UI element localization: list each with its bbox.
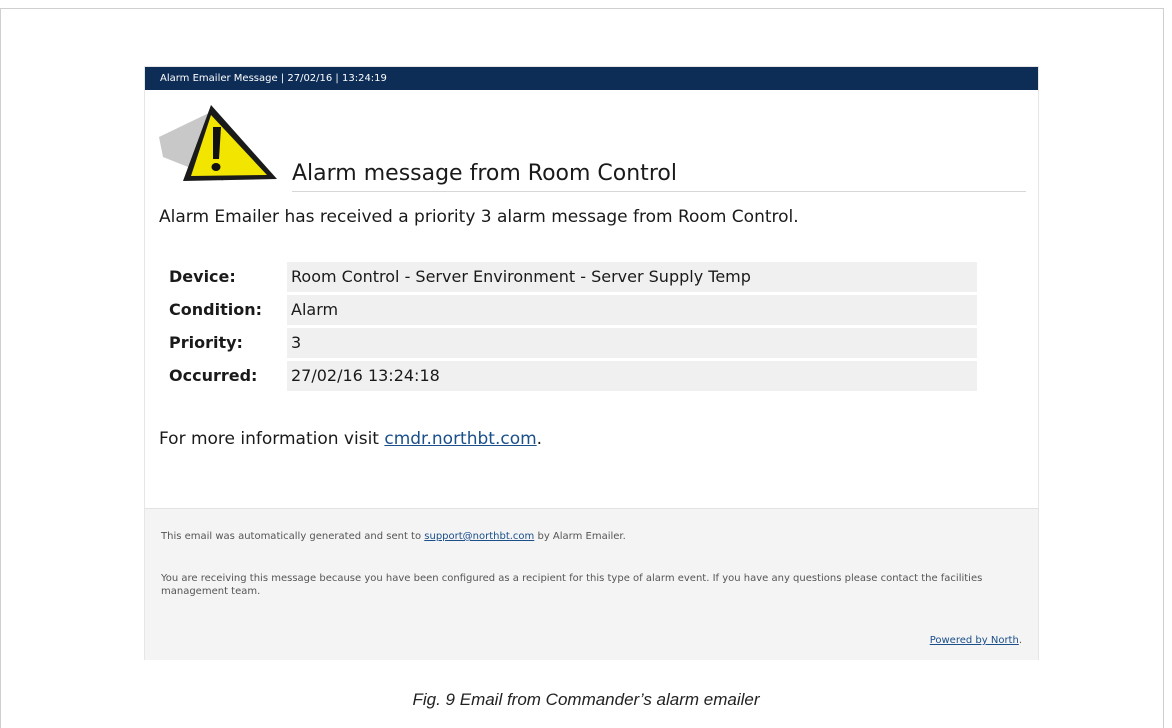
figure-caption: Fig. 9 Email from Commander’s alarm emai… (412, 690, 760, 709)
powered-by-north-link[interactable]: Powered by North (930, 635, 1019, 646)
intro-text: Alarm Emailer has received a priority 3 … (159, 207, 799, 227)
cmdr-link[interactable]: cmdr.northbt.com (384, 429, 536, 449)
device-label: Device: (161, 262, 287, 292)
powered-suffix: . (1018, 635, 1022, 646)
email-footer: This email was automatically generated a… (145, 508, 1038, 660)
more-info-prefix: For more information visit (159, 429, 385, 449)
table-row: Device: Room Control - Server Environmen… (161, 262, 977, 292)
footer-line1-suffix: by Alarm Emailer. (534, 531, 626, 542)
footer-powered-by: Powered by North. (930, 634, 1022, 648)
support-email-link[interactable]: support@northbt.com (424, 531, 534, 542)
occurred-label: Occurred: (161, 361, 287, 391)
more-info-suffix: . (536, 429, 543, 449)
footer-recipient-notice: You are receiving this message because y… (161, 573, 983, 597)
email-header-bar: Alarm Emailer Message | 27/02/16 | 13:24… (145, 67, 1038, 90)
more-info-text: For more information visit cmdr.northbt.… (159, 428, 542, 450)
email-message: Alarm Emailer Message | 27/02/16 | 13:24… (144, 66, 1039, 660)
device-value: Room Control - Server Environment - Serv… (287, 262, 977, 292)
footer-generated-notice: This email was automatically generated a… (161, 530, 626, 544)
priority-label: Priority: (161, 328, 287, 358)
occurred-value: 27/02/16 13:24:18 (287, 361, 977, 391)
alarm-details-table: Device: Room Control - Server Environmen… (161, 259, 977, 394)
footer-line1-prefix: This email was automatically generated a… (161, 531, 425, 542)
alarm-title: Alarm message from Room Control (292, 159, 1026, 192)
condition-label: Condition: (161, 295, 287, 325)
table-row: Condition: Alarm (161, 295, 977, 325)
condition-value: Alarm (287, 295, 977, 325)
priority-value: 3 (287, 328, 977, 358)
warning-triangle-icon (159, 105, 277, 181)
table-row: Occurred: 27/02/16 13:24:18 (161, 361, 977, 391)
table-row: Priority: 3 (161, 328, 977, 358)
